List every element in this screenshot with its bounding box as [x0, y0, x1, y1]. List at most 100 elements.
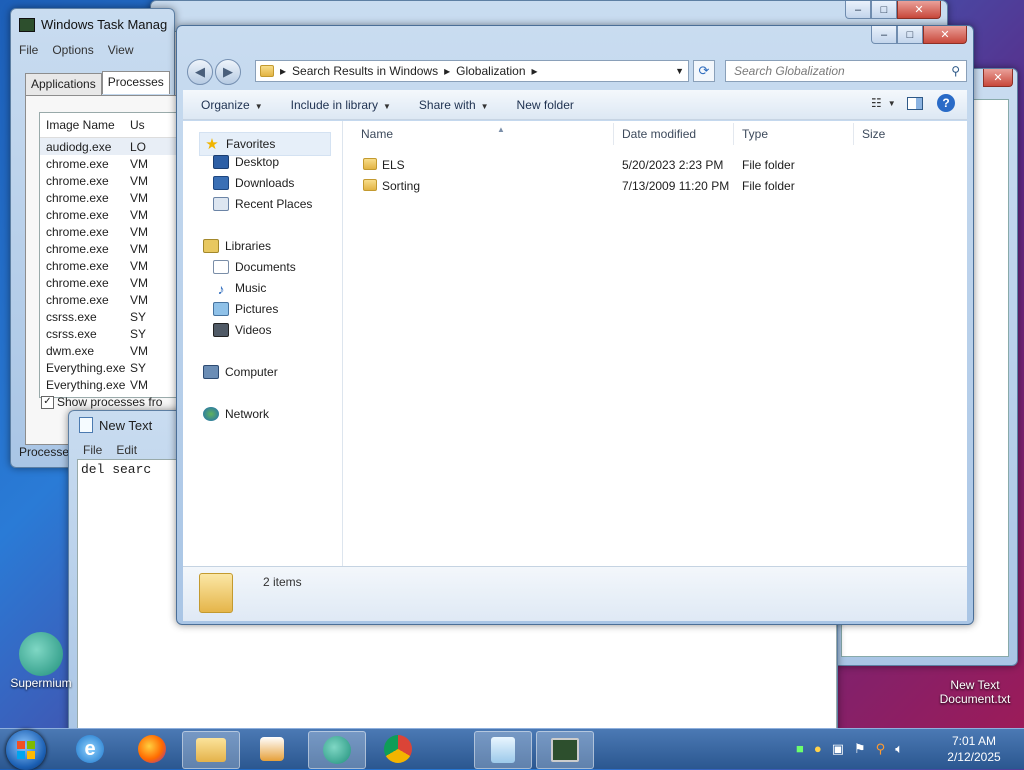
notepad-menu-file[interactable]: File	[83, 443, 102, 457]
nav-libraries[interactable]: Libraries	[203, 239, 271, 253]
process-row[interactable]: chrome.exe VM	[40, 257, 180, 274]
minimize-button[interactable]: –	[845, 1, 871, 19]
file-name: Sorting	[382, 179, 421, 193]
column-separator[interactable]	[853, 123, 854, 145]
back-button[interactable]: ◀	[187, 59, 213, 85]
background-window-right-caption: ✕	[983, 69, 1013, 87]
process-row[interactable]: csrss.exe SY	[40, 308, 180, 325]
clock-date: 2/12/2025	[947, 750, 1001, 764]
task-manager-title: Windows Task Manag	[19, 17, 167, 32]
taskbar-explorer[interactable]	[182, 731, 240, 769]
maximize-button[interactable]: □	[871, 1, 897, 19]
checkbox-checked-icon[interactable]: ✓	[41, 395, 54, 409]
process-row[interactable]: chrome.exe VM	[40, 189, 180, 206]
help-icon[interactable]: ?	[937, 94, 955, 112]
preview-pane-icon[interactable]	[907, 96, 923, 110]
process-row[interactable]: csrss.exe SY	[40, 325, 180, 342]
close-button[interactable]: ✕	[897, 1, 941, 19]
menu-options[interactable]: Options	[52, 43, 93, 57]
star-icon: ★	[205, 136, 219, 153]
taskbar-task-manager[interactable]	[536, 731, 594, 769]
tray-search-icon[interactable]: ⚲	[876, 741, 886, 757]
refresh-button[interactable]: ⟳	[693, 60, 715, 82]
process-row[interactable]: chrome.exe VM	[40, 172, 180, 189]
tray-network-icon[interactable]: ▣	[832, 741, 844, 757]
close-button[interactable]: ✕	[983, 69, 1013, 87]
tray-volume-icon[interactable]: 🔈︎	[895, 741, 903, 757]
column-user[interactable]: Us	[130, 118, 170, 132]
address-dropdown-icon[interactable]: ▼	[675, 66, 684, 76]
process-row[interactable]: chrome.exe VM	[40, 223, 180, 240]
taskbar-ie[interactable]: e	[62, 731, 118, 767]
process-user: VM	[130, 377, 148, 392]
address-bar[interactable]: ▸ Search Results in Windows ▸ Globalizat…	[255, 60, 689, 82]
process-row[interactable]: dwm.exe VM	[40, 342, 180, 359]
taskbar-chrome[interactable]	[370, 731, 426, 767]
search-icon[interactable]: ⚲	[951, 64, 960, 78]
include-in-library-button[interactable]: Include in library ▼	[291, 98, 391, 112]
tray-chat-icon[interactable]: ●	[814, 741, 822, 757]
show-processes-checkbox[interactable]: ✓ Show processes fro	[41, 395, 162, 409]
music-icon: ♪	[217, 281, 225, 297]
taskbar-notepad[interactable]	[474, 731, 532, 769]
file-row[interactable]: Sorting 7/13/2009 11:20 PM File folder	[343, 176, 967, 196]
nav-desktop[interactable]: Desktop	[213, 155, 279, 169]
nav-downloads[interactable]: Downloads	[213, 176, 294, 190]
forward-button[interactable]: ▶	[215, 59, 241, 85]
menu-file[interactable]: File	[19, 43, 38, 57]
nav-videos[interactable]: Videos	[213, 323, 271, 337]
menu-view[interactable]: View	[108, 43, 134, 57]
tray-green-icon[interactable]: ■	[796, 741, 804, 757]
nav-favorites[interactable]: ★ Favorites	[199, 132, 331, 156]
file-name: ELS	[382, 158, 405, 172]
tab-applications[interactable]: Applications	[25, 73, 102, 96]
minimize-button[interactable]: –	[871, 26, 897, 44]
desktop-icon-supermium[interactable]: Supermium	[6, 632, 76, 690]
taskbar-media[interactable]	[244, 731, 300, 767]
column-name[interactable]: Name ▲	[361, 125, 505, 141]
supermium-icon	[323, 736, 351, 764]
start-button[interactable]	[6, 730, 46, 770]
breadcrumb-globalization[interactable]: Globalization	[456, 64, 525, 78]
task-manager-window: Windows Task Manag File Options View App…	[10, 8, 187, 468]
column-size[interactable]: Size	[862, 127, 885, 141]
taskbar-supermium[interactable]	[308, 731, 366, 769]
command-bar: Organize ▼ Include in library ▼ Share with…	[183, 90, 967, 120]
change-view-icon[interactable]: ☷ ▼	[871, 96, 896, 110]
column-image-name[interactable]: Image Name	[40, 118, 130, 132]
process-row[interactable]: chrome.exe VM	[40, 274, 180, 291]
column-type[interactable]: Type	[742, 127, 768, 141]
close-button[interactable]: ✕	[923, 26, 967, 44]
process-row[interactable]: chrome.exe VM	[40, 291, 180, 308]
new-folder-button[interactable]: New folder	[517, 98, 574, 112]
notepad-menu-edit[interactable]: Edit	[116, 443, 137, 457]
nav-recent-places[interactable]: Recent Places	[213, 197, 312, 211]
column-date-modified[interactable]: Date modified	[622, 127, 696, 141]
taskbar-firefox[interactable]	[124, 731, 180, 767]
tab-processes[interactable]: Processes	[101, 71, 170, 94]
desktop-icon-new-text-document[interactable]: New Text Document.txt	[930, 678, 1020, 706]
organize-button[interactable]: Organize ▼	[201, 98, 263, 112]
tray-flag-icon[interactable]: ⚑	[854, 741, 866, 757]
clock[interactable]: 7:01 AM 2/12/2025	[934, 733, 1014, 765]
nav-documents[interactable]: Documents	[213, 260, 296, 274]
process-row[interactable]: Everything.exe SY	[40, 359, 180, 376]
search-input[interactable]: Search Globalization ⚲	[725, 60, 967, 82]
nav-pictures[interactable]: Pictures	[213, 302, 278, 316]
file-row[interactable]: ELS 5/20/2023 2:23 PM File folder	[343, 155, 967, 175]
nav-music[interactable]: ♪ Music	[213, 281, 267, 297]
process-row[interactable]: chrome.exe VM	[40, 155, 180, 172]
process-row[interactable]: Everything.exe VM	[40, 376, 180, 393]
breadcrumb-search-results[interactable]: Search Results in Windows	[292, 64, 438, 78]
process-row[interactable]: chrome.exe VM	[40, 240, 180, 257]
process-list[interactable]: Image Name Us audiodg.exe LO chrome.exe VM c…	[39, 112, 181, 398]
column-separator[interactable]	[733, 123, 734, 145]
column-separator[interactable]	[613, 123, 614, 145]
process-row[interactable]: audiodg.exe LO	[40, 138, 180, 155]
nav-computer[interactable]: Computer	[203, 365, 278, 379]
process-row[interactable]: chrome.exe VM	[40, 206, 180, 223]
maximize-button[interactable]: □	[897, 26, 923, 44]
share-with-button[interactable]: Share with ▼	[419, 98, 489, 112]
nav-network[interactable]: Network	[203, 407, 269, 421]
process-list-header: Image Name Us	[40, 113, 180, 138]
